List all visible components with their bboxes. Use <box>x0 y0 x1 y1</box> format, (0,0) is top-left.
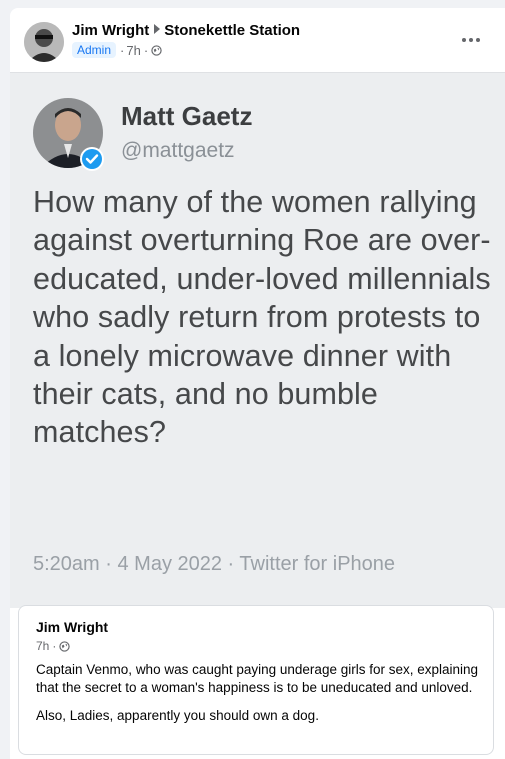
tweet-display-name: Matt Gaetz <box>121 101 253 131</box>
shared-meta: 7h · <box>36 639 71 653</box>
post-separator: · <box>120 42 125 58</box>
post-meta: Admin · 7h · <box>72 42 162 58</box>
globe-icon <box>151 44 162 56</box>
shared-paragraph-1: Captain Venmo, who was caught paying und… <box>36 662 479 695</box>
post-card: Jim Wright Stonekettle Station Admin · 7h… <box>10 8 505 759</box>
shared-author-name[interactable]: Jim Wright <box>36 619 108 635</box>
tweet-handle: @mattgaetz <box>121 139 235 162</box>
verified-badge-icon <box>80 147 104 171</box>
shared-post-body: Captain Venmo, who was caught paying und… <box>36 661 486 725</box>
more-options-icon[interactable] <box>459 28 483 52</box>
tweet-screenshot[interactable]: Matt Gaetz @mattgaetz How many of the wo… <box>10 72 505 608</box>
shared-paragraph-2: Also, Ladies, apparently you should own … <box>36 708 319 723</box>
group-name[interactable]: Stonekettle Station <box>164 22 300 39</box>
tweet-meta: 5:20am · 4 May 2022 · Twitter for iPhone <box>33 553 396 575</box>
globe-icon <box>59 640 71 652</box>
arrow-right-icon <box>154 24 161 34</box>
avatar-image <box>24 22 64 62</box>
author-avatar[interactable] <box>24 22 64 62</box>
post-title: Jim Wright Stonekettle Station <box>72 22 300 39</box>
post-header: Jim Wright Stonekettle Station Admin · 7h… <box>10 8 505 72</box>
admin-badge: Admin <box>72 42 117 58</box>
post-separator-2: · <box>143 42 149 58</box>
shared-post[interactable]: Jim Wright 7h · Captain Venmo, who was c… <box>18 605 494 755</box>
shared-time[interactable]: 7h <box>36 639 49 653</box>
tweet-text: How many of the women rallying against o… <box>33 185 491 450</box>
shared-separator: · <box>52 639 57 653</box>
author-name[interactable]: Jim Wright <box>72 22 149 39</box>
post-time[interactable]: 7h <box>126 43 140 58</box>
